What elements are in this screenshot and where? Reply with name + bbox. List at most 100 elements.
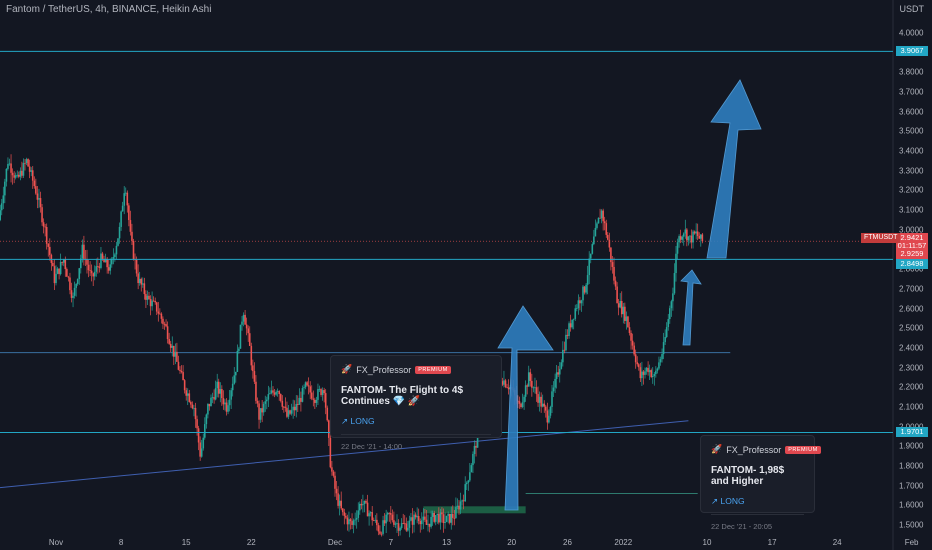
premium-badge: PREMIUM [785, 445, 821, 454]
candle [448, 513, 451, 523]
time-tick-label: Dec [327, 538, 343, 547]
candle [186, 393, 189, 396]
projection-arrow [497, 305, 554, 511]
candle [545, 406, 547, 411]
candle [247, 328, 249, 334]
time-tick-label: 26 [563, 538, 572, 547]
candle [534, 387, 536, 389]
candle [283, 406, 285, 408]
idea-author: FX_Professor [356, 364, 412, 375]
candle [355, 517, 358, 520]
candle [78, 268, 81, 280]
candle [230, 390, 232, 400]
time-tick-label: 2022 [614, 538, 633, 547]
candle [653, 374, 656, 376]
candle [303, 387, 305, 389]
candle [614, 280, 617, 287]
candle [326, 407, 329, 421]
candle [221, 389, 223, 399]
candle [70, 290, 73, 298]
candle [320, 389, 322, 395]
candle [651, 375, 654, 377]
candle [289, 410, 291, 414]
price-tick-label: 3.2000 [899, 185, 924, 195]
idea-author-row: 🚀 FX_Professor PREMIUM [711, 444, 821, 455]
candle [250, 345, 253, 366]
time-tick-label: 20 [507, 538, 517, 547]
candle [216, 381, 218, 389]
candle [213, 397, 215, 400]
candle [180, 370, 183, 373]
candle [647, 367, 649, 373]
candle [197, 428, 200, 443]
candle [529, 372, 532, 381]
candle [264, 401, 267, 404]
candle [549, 406, 552, 416]
candle [631, 340, 634, 346]
candle [560, 362, 563, 369]
candle [4, 181, 6, 196]
candle [253, 371, 256, 382]
candle [163, 323, 166, 325]
candle [18, 174, 20, 177]
candle [662, 342, 665, 355]
candle [700, 234, 702, 239]
candle [633, 345, 635, 355]
candle [427, 523, 429, 525]
candle [109, 264, 112, 271]
candle [267, 394, 270, 400]
candle [532, 387, 535, 389]
candle [622, 306, 625, 315]
price-tick-label: 1.5000 [899, 520, 924, 530]
candle [56, 268, 59, 274]
currency-label: USDT [899, 4, 925, 14]
candle [331, 467, 333, 472]
price-tick-label: 1.7000 [899, 481, 924, 491]
idea-card[interactable]: 🚀 FX_Professor PREMIUM FANTOM- The Fligh… [330, 355, 502, 451]
candle [599, 217, 601, 219]
candle [572, 318, 575, 320]
candle [613, 266, 615, 281]
candle [207, 403, 209, 415]
candle [616, 286, 618, 304]
candle [665, 327, 668, 338]
candle [645, 367, 648, 372]
rocket-icon: 🚀 [341, 364, 353, 374]
price-tick-label: 3.8000 [899, 67, 924, 77]
candle [2, 195, 5, 204]
candle [641, 371, 643, 379]
candle [315, 399, 318, 403]
rocket-icon: 🚀 [711, 444, 723, 454]
candle [676, 242, 679, 254]
candle [701, 234, 704, 242]
candle [258, 403, 260, 420]
candle [58, 268, 60, 275]
candle [569, 323, 572, 328]
price-tick-label: 3.7000 [899, 87, 924, 97]
candle [421, 520, 423, 525]
candle [245, 324, 248, 329]
candle [696, 231, 699, 237]
candle [149, 299, 152, 307]
candle [106, 258, 108, 268]
candle [52, 262, 54, 267]
symbol-tag: FTMUSDT [861, 233, 901, 244]
candle [362, 504, 364, 506]
candle [351, 521, 353, 525]
candle [698, 236, 701, 239]
candle [465, 482, 468, 485]
price-tick-label: 2.6000 [899, 304, 924, 314]
candle [467, 480, 470, 483]
candle [414, 514, 417, 518]
idea-card[interactable]: 🚀 FX_Professor PREMIUM FANTOM- 1,98$ and… [700, 435, 821, 531]
candle [242, 314, 245, 322]
candle [44, 226, 46, 228]
price-tick-label: 3.3000 [899, 166, 924, 176]
candle [679, 236, 682, 240]
candle [114, 254, 116, 258]
candle [659, 359, 662, 363]
candle [86, 259, 88, 265]
candle [135, 259, 138, 274]
candle [235, 371, 237, 376]
candle [145, 294, 147, 300]
